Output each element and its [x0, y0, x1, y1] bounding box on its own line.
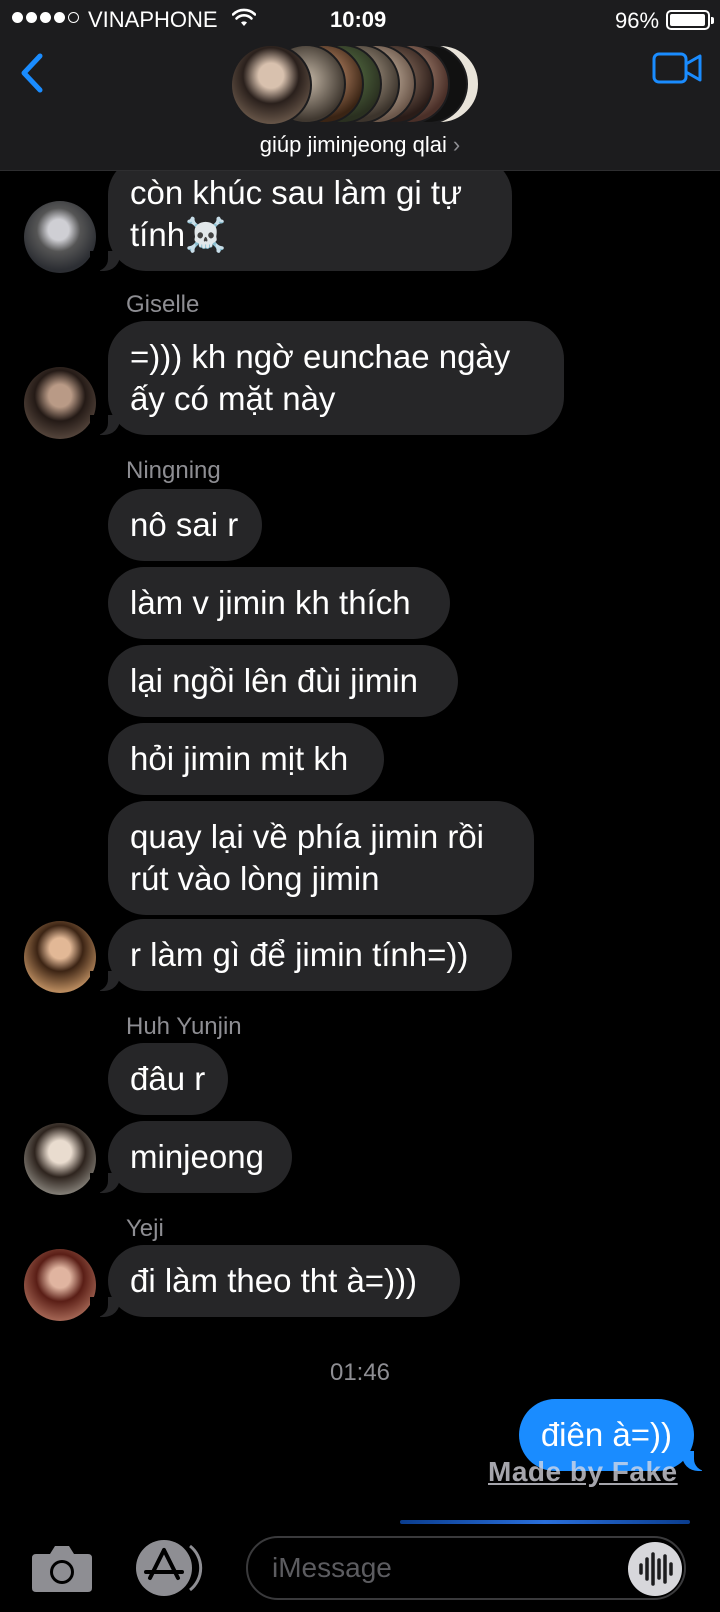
- message-text: quay lại về phía jimin rồi: [130, 818, 485, 855]
- avatar: [230, 44, 312, 126]
- carrier-name: VINAPHONE: [88, 7, 218, 32]
- message-bubble[interactable]: đi làm theo tht à=))): [90, 1245, 460, 1317]
- avatar: [24, 1249, 96, 1321]
- message-text: làm v jimin kh thích: [130, 584, 411, 621]
- message-text: rút vào lòng jimin: [130, 860, 380, 897]
- message-bubble[interactable]: lại ngồi lên đùi jimin: [108, 645, 458, 717]
- chevron-left-icon: [21, 53, 43, 93]
- message-text: r làm gì để jimin tính=)): [130, 936, 469, 973]
- message-text: đi làm theo tht à=))): [130, 1262, 418, 1299]
- message-bubble[interactable]: minjeong: [90, 1121, 292, 1193]
- sender-name: Yeji: [126, 1215, 164, 1242]
- message-bubble[interactable]: r làm gì để jimin tính=)): [90, 919, 512, 991]
- camera-icon: [32, 1546, 92, 1592]
- avatar: [24, 367, 96, 439]
- sender-name: Giselle: [126, 291, 200, 318]
- message-bubble[interactable]: nô sai r: [108, 489, 262, 561]
- chevron-right-icon: ›: [452, 132, 461, 157]
- message-text: tính☠️: [130, 216, 227, 253]
- video-call-button[interactable]: [652, 50, 704, 86]
- partial-bubble-edge: [400, 1520, 690, 1524]
- camera-button[interactable]: [30, 1542, 94, 1594]
- conversation-header: VINAPHONE 10:09 96% giúp jiminjeong qlai…: [0, 0, 720, 171]
- message-bubble[interactable]: quay lại về phía jimin rồi rút vào lòng …: [108, 801, 534, 915]
- message-text: lại ngồi lên đùi jimin: [130, 662, 418, 699]
- message-bubble[interactable]: đâu r: [108, 1043, 228, 1115]
- status-bar: VINAPHONE 10:09 96%: [0, 0, 720, 44]
- clock: 10:09: [330, 7, 387, 32]
- input-bar: [0, 1526, 720, 1612]
- message-text: đâu r: [130, 1060, 206, 1097]
- sender-name: Huh Yunjin: [126, 1013, 242, 1040]
- audio-message-button[interactable]: [628, 1542, 682, 1596]
- message-bubble[interactable]: làm v jimin kh thích: [108, 567, 450, 639]
- timestamp: 01:46: [329, 1359, 391, 1386]
- watermark: Made by Fake: [488, 1456, 678, 1487]
- message-bubble[interactable]: còn khúc sau làm gi tự tính☠️: [90, 171, 512, 271]
- message-text: hỏi jimin mịt kh: [130, 740, 349, 777]
- signal-strength-icon: [12, 12, 79, 23]
- message-input[interactable]: [246, 1536, 686, 1600]
- avatar: [24, 921, 96, 993]
- battery-percentage: 96%: [615, 8, 660, 33]
- back-button[interactable]: [14, 48, 54, 98]
- group-name-button[interactable]: giúp jiminjeong qlai ›: [0, 132, 720, 158]
- message-text: ấy có mặt này: [130, 380, 336, 417]
- group-avatar-stack[interactable]: [230, 44, 490, 126]
- message-list[interactable]: còn khúc sau làm gi tự tính☠️ Giselle =)…: [0, 171, 720, 1501]
- message-text: nô sai r: [130, 506, 239, 543]
- sender-name: Ningning: [126, 457, 221, 484]
- group-name: giúp jiminjeong qlai: [259, 132, 447, 157]
- app-store-button[interactable]: [134, 1538, 206, 1598]
- wifi-icon: [231, 8, 257, 34]
- video-camera-icon: [652, 52, 702, 84]
- avatar: [24, 201, 96, 273]
- app-store-icon: [136, 1540, 203, 1596]
- message-text: minjeong: [130, 1138, 264, 1175]
- message-bubble[interactable]: hỏi jimin mịt kh: [108, 723, 384, 795]
- avatar: [24, 1123, 96, 1195]
- message-text: =))) kh ngờ eunchae ngày: [130, 338, 511, 375]
- audio-waveform-icon: [639, 1552, 673, 1586]
- message-bubble[interactable]: =))) kh ngờ eunchae ngày ấy có mặt này: [90, 321, 564, 435]
- battery-icon: [666, 10, 714, 30]
- message-text: còn khúc sau làm gi tự: [130, 174, 463, 211]
- message-text: điên à=)): [540, 1416, 672, 1453]
